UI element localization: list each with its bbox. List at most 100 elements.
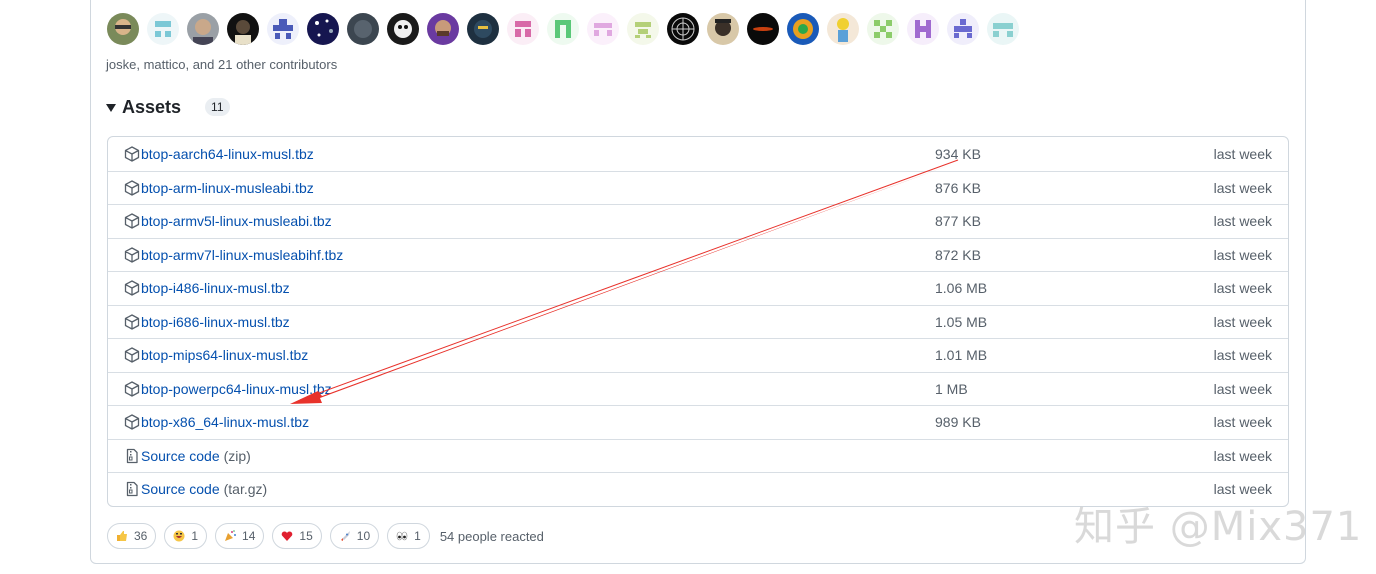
asset-link[interactable]: btop-powerpc64-linux-musl.tbz — [124, 381, 332, 397]
asset-name[interactable]: btop-aarch64-linux-musl.tbz — [141, 146, 314, 162]
asset-name[interactable]: btop-arm-linux-musleabi.tbz — [141, 180, 314, 196]
avatar[interactable] — [947, 13, 979, 45]
avatar[interactable] — [667, 13, 699, 45]
avatar[interactable] — [267, 13, 299, 45]
asset-name[interactable]: Source code — [141, 448, 220, 464]
asset-link[interactable]: Source code (tar.gz) — [124, 481, 267, 497]
asset-row: btop-arm-linux-musleabi.tbz 876 KB last we… — [108, 170, 1288, 205]
asset-format: (tar.gz) — [223, 481, 268, 498]
package-icon — [124, 414, 140, 430]
asset-format: (zip) — [223, 447, 251, 464]
avatar[interactable] — [547, 13, 579, 45]
reaction-laugh[interactable]: 1 — [164, 523, 208, 549]
asset-size: 1.01 MB — [935, 347, 988, 364]
asset-link[interactable]: Source code (zip) — [124, 448, 251, 464]
avatar[interactable] — [747, 13, 779, 45]
avatar[interactable] — [867, 13, 899, 45]
asset-timestamp: last week — [1213, 313, 1272, 330]
contributor-avatars — [107, 13, 1019, 45]
asset-timestamp: last week — [1213, 380, 1272, 397]
reaction-rocket[interactable]: 10 — [329, 523, 380, 549]
asset-link[interactable]: btop-i686-linux-musl.tbz — [124, 314, 290, 330]
asset-name[interactable]: Source code — [141, 481, 220, 497]
asset-row: btop-mips64-linux-musl.tbz 1.01 MB last we… — [108, 338, 1288, 372]
asset-name[interactable]: btop-armv7l-linux-musleabihf.tbz — [141, 247, 343, 263]
reactions-bar: 36 1 14 15 10 1 54 people reacted — [107, 523, 544, 549]
avatar[interactable] — [507, 13, 539, 45]
file-zip-icon — [124, 481, 140, 497]
avatar[interactable] — [227, 13, 259, 45]
asset-size: 934 KB — [935, 145, 981, 162]
asset-size: 1 MB — [935, 380, 968, 397]
asset-timestamp: last week — [1213, 213, 1272, 230]
reaction-eyes[interactable]: 1 — [387, 523, 430, 549]
asset-link[interactable]: btop-arm-linux-musleabi.tbz — [124, 180, 314, 196]
avatar[interactable] — [907, 13, 939, 45]
avatar[interactable] — [147, 13, 179, 45]
reaction-count: 1 — [191, 529, 199, 543]
package-icon — [124, 146, 140, 162]
reaction-count: 10 — [356, 529, 371, 543]
package-icon — [124, 280, 140, 296]
contributors-summary: joske, mattico, and 21 other contributor… — [106, 57, 338, 72]
caret-down-icon — [106, 104, 116, 112]
asset-name[interactable]: btop-armv5l-linux-musleabi.tbz — [141, 213, 332, 229]
assets-count-badge: 11 — [205, 98, 230, 116]
asset-link[interactable]: btop-armv7l-linux-musleabihf.tbz — [124, 247, 343, 263]
package-icon — [124, 213, 140, 229]
watermark: 知乎 @Mix371 — [1074, 504, 1363, 550]
avatar[interactable] — [107, 13, 139, 45]
asset-size: 1.06 MB — [935, 280, 988, 297]
reaction-count: 36 — [134, 529, 148, 543]
reaction-count: 14 — [242, 529, 256, 543]
avatar[interactable] — [467, 13, 499, 45]
laugh-icon — [173, 530, 185, 542]
assets-title: Assets — [122, 96, 182, 117]
avatar[interactable] — [187, 13, 219, 45]
asset-link[interactable]: btop-mips64-linux-musl.tbz — [124, 347, 308, 363]
asset-row: btop-x86_64-linux-musl.tbz 989 KB last wee… — [108, 405, 1288, 439]
asset-link[interactable]: btop-aarch64-linux-musl.tbz — [124, 146, 314, 162]
asset-timestamp: last week — [1213, 145, 1272, 162]
asset-link[interactable]: btop-armv5l-linux-musleabi.tbz — [124, 213, 332, 229]
thumbs-up-icon — [117, 531, 127, 541]
asset-name[interactable]: btop-mips64-linux-musl.tbz — [141, 347, 308, 363]
asset-name[interactable]: btop-powerpc64-linux-musl.tbz — [141, 381, 332, 397]
asset-row: btop-i686-linux-musl.tbz 1.05 MB last week — [108, 304, 1288, 339]
reactions-summary: 54 people reacted — [439, 528, 544, 544]
party-popper-icon — [225, 530, 237, 541]
asset-row: Source code (zip) last week — [108, 438, 1288, 473]
rocket-icon — [340, 531, 350, 541]
asset-name[interactable]: btop-x86_64-linux-musl.tbz — [141, 414, 309, 430]
eyes-icon — [396, 531, 408, 541]
avatar[interactable] — [787, 13, 819, 45]
avatar[interactable] — [627, 13, 659, 45]
reaction-thumbs-up[interactable]: 36 — [107, 523, 157, 549]
asset-row: btop-aarch64-linux-musl.tbz 934 KB last we… — [108, 137, 1288, 171]
asset-timestamp: last week — [1213, 447, 1272, 464]
asset-size: 872 KB — [935, 246, 981, 263]
asset-link[interactable]: btop-x86_64-linux-musl.tbz — [124, 414, 309, 430]
reaction-heart[interactable]: 15 — [272, 523, 322, 549]
package-icon — [124, 381, 140, 397]
asset-name[interactable]: btop-i686-linux-musl.tbz — [141, 314, 290, 330]
package-icon — [124, 347, 140, 363]
avatar[interactable] — [827, 13, 859, 45]
avatar[interactable] — [347, 13, 379, 45]
avatar[interactable] — [587, 13, 619, 45]
assets-list: btop-aarch64-linux-musl.tbz 934 KB last we… — [107, 136, 1289, 507]
avatar[interactable] — [987, 13, 1019, 45]
avatar[interactable] — [307, 13, 339, 45]
reaction-hooray[interactable]: 14 — [215, 523, 265, 549]
asset-size: 877 KB — [935, 213, 981, 230]
asset-link[interactable]: btop-i486-linux-musl.tbz — [124, 280, 290, 296]
avatar[interactable] — [427, 13, 459, 45]
avatar[interactable] — [387, 13, 419, 45]
avatar[interactable] — [707, 13, 739, 45]
asset-row: btop-armv5l-linux-musleabi.tbz 877 KB last… — [108, 204, 1288, 238]
asset-size: 876 KB — [935, 179, 981, 196]
asset-size: 989 KB — [935, 414, 981, 431]
asset-row: btop-powerpc64-linux-musl.tbz 1 MB last we… — [108, 371, 1288, 406]
assets-toggle[interactable]: Assets 11 — [106, 96, 230, 118]
asset-name[interactable]: btop-i486-linux-musl.tbz — [141, 280, 290, 296]
